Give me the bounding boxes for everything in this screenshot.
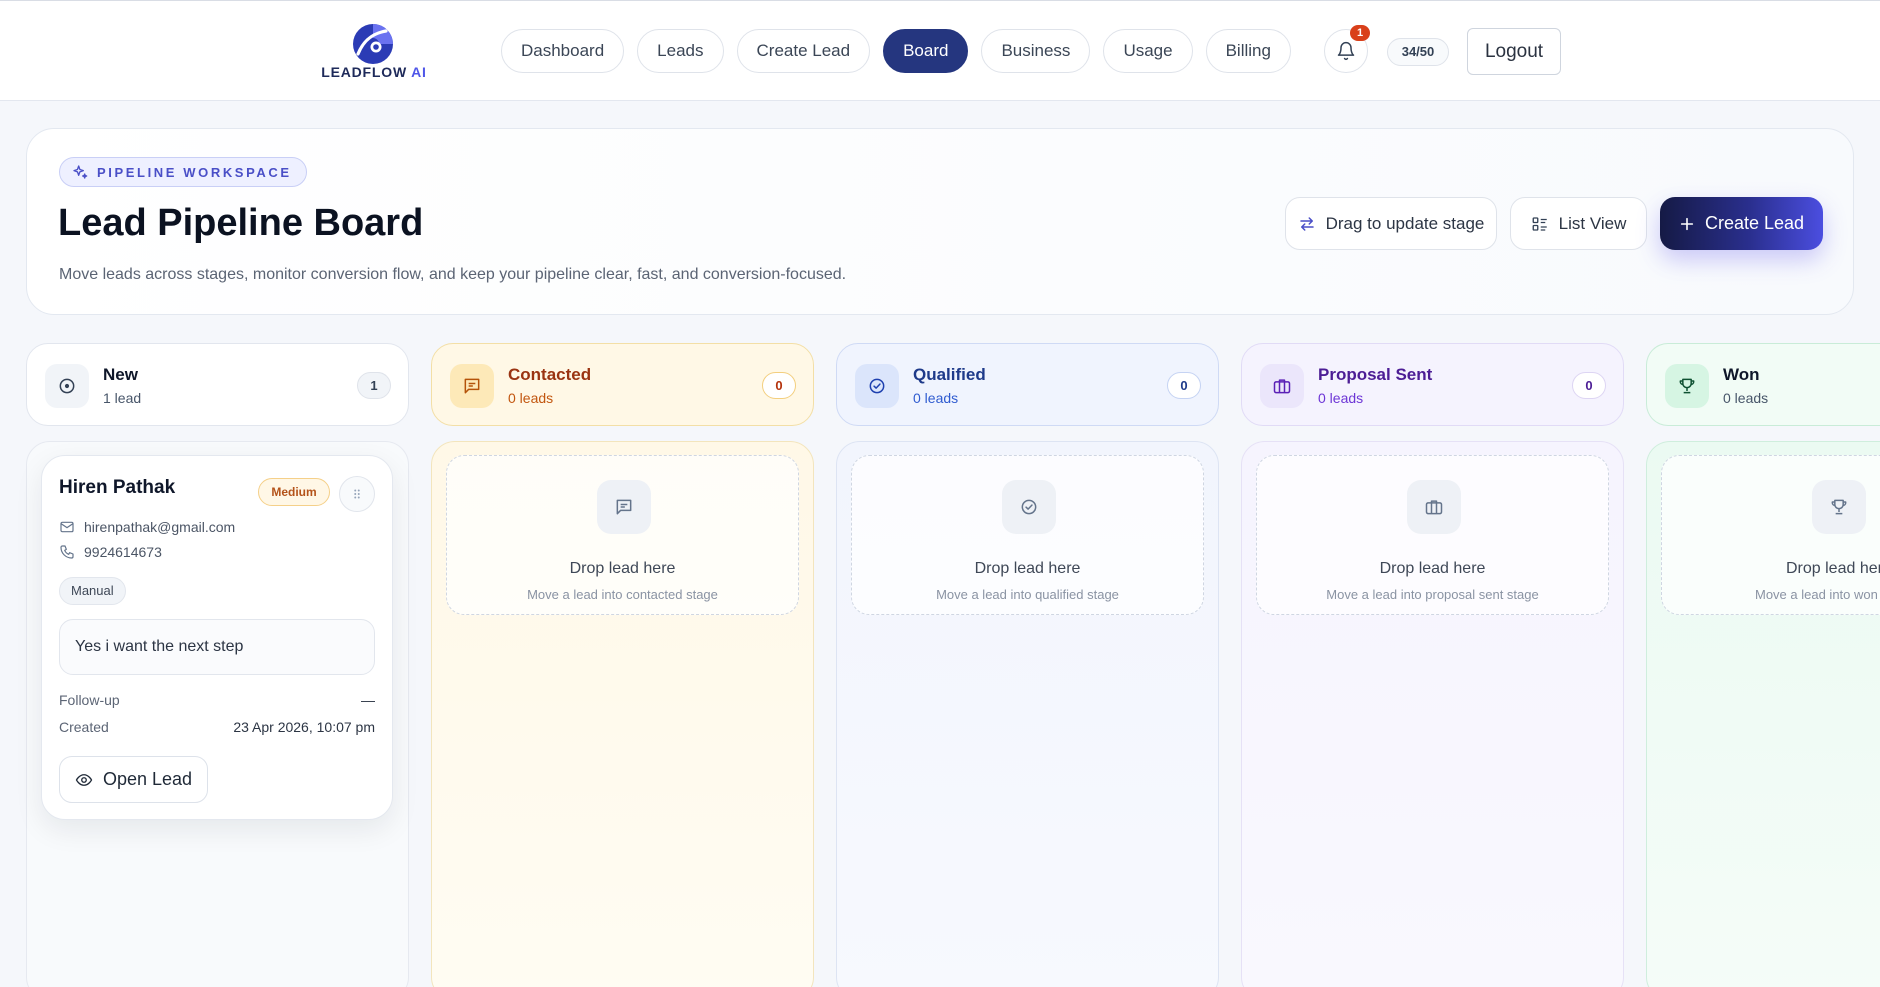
stage-column-contacted[interactable]: Drop lead here Move a lead into contacte…	[431, 441, 814, 987]
eyebrow-text: PIPELINE WORKSPACE	[97, 164, 292, 180]
drop-zone-hint: Move a lead into won stage	[1755, 587, 1880, 602]
followup-label: Follow-up	[59, 692, 120, 708]
drop-zone-won[interactable]: Drop lead here Move a lead into won stag…	[1661, 455, 1880, 615]
stage-count: 0 leads	[1318, 390, 1364, 406]
priority-badge: Medium	[258, 478, 330, 506]
drop-zone-hint: Move a lead into contacted stage	[527, 587, 718, 602]
nav-billing[interactable]: Billing	[1205, 29, 1291, 73]
drop-zone-title: Drop lead here	[974, 560, 1081, 577]
usage-counter: 34/50	[1387, 38, 1449, 66]
nav-board[interactable]: Board	[883, 29, 969, 73]
trophy-icon	[1665, 364, 1709, 408]
lead-note: Yes i want the next step	[59, 619, 375, 675]
create-lead-label: Create Lead	[1704, 213, 1805, 233]
nav-leads[interactable]: Leads	[637, 29, 724, 73]
drag-hint-label: Drag to update stage	[1325, 213, 1485, 233]
mail-icon	[60, 521, 74, 533]
plus-icon	[1680, 217, 1694, 230]
board-header: PIPELINE WORKSPACE Lead Pipeline Board M…	[26, 128, 1854, 315]
stage-title: Qualified	[913, 365, 986, 384]
brand-suffix: AI	[411, 64, 427, 80]
created-row: Created 23 Apr 2026, 10:07 pm	[59, 719, 375, 735]
eye-icon	[75, 773, 93, 786]
stage-column-won[interactable]: Drop lead here Move a lead into won stag…	[1646, 441, 1880, 987]
grip-dots-icon	[354, 489, 360, 499]
lead-source-chip: Manual	[59, 577, 126, 605]
phone-icon	[60, 545, 74, 559]
created-label: Created	[59, 719, 109, 735]
sparkles-icon	[73, 165, 88, 179]
create-lead-button[interactable]: Create Lead	[1660, 197, 1823, 250]
lead-email[interactable]: hirenpathak@gmail.com	[84, 519, 235, 535]
nav-dashboard[interactable]: Dashboard	[501, 29, 625, 73]
message-icon	[450, 364, 494, 408]
drop-zone-hint: Move a lead into qualified stage	[936, 587, 1119, 602]
stage-header-proposal-sent: Proposal Sent 0 leads 0	[1241, 343, 1624, 426]
logout-button[interactable]: Logout	[1467, 28, 1561, 75]
stage-count-badge: 0	[1167, 372, 1201, 399]
followup-value: —	[361, 692, 375, 708]
stage-count-badge: 0	[1572, 372, 1606, 399]
circle-dot-icon	[45, 364, 89, 408]
page-subtitle: Move leads across stages, monitor conver…	[59, 266, 847, 283]
drag-handle[interactable]	[339, 476, 375, 512]
stage-count: 0 leads	[913, 390, 959, 406]
stage-title: Won	[1723, 365, 1760, 384]
lead-phone[interactable]: 9924614673	[84, 544, 162, 560]
list-view-button[interactable]: List View	[1510, 197, 1647, 250]
followup-row: Follow-up —	[59, 692, 375, 708]
briefcase-icon	[1407, 480, 1461, 534]
stage-header-contacted: Contacted 0 leads 0	[431, 343, 814, 426]
top-navbar: LEADFLOW AI Dashboard Leads Create Lead …	[0, 0, 1880, 101]
created-value: 23 Apr 2026, 10:07 pm	[233, 719, 375, 735]
stage-column-proposal-sent[interactable]: Drop lead here Move a lead into proposal…	[1241, 441, 1624, 987]
drop-zone-proposal-sent[interactable]: Drop lead here Move a lead into proposal…	[1256, 455, 1609, 615]
drop-zone-contacted[interactable]: Drop lead here Move a lead into contacte…	[446, 455, 799, 615]
lead-email-row: hirenpathak@gmail.com	[59, 519, 235, 535]
lead-name: Hiren Pathak	[59, 477, 176, 498]
page-title: Lead Pipeline Board	[58, 202, 424, 244]
list-view-label: List View	[1558, 213, 1627, 233]
stage-header-qualified: Qualified 0 leads 0	[836, 343, 1219, 426]
brand-logo[interactable]: LEADFLOW AI	[320, 23, 428, 81]
drop-zone-title: Drop lead here	[569, 560, 676, 577]
briefcase-icon	[1260, 364, 1304, 408]
stage-header-new: New 1 lead 1	[26, 343, 409, 426]
message-icon	[597, 480, 651, 534]
nav-create-lead[interactable]: Create Lead	[736, 29, 871, 73]
notification-count-badge: 1	[1350, 25, 1370, 41]
stage-header-won: Won 0 leads	[1646, 343, 1880, 426]
stage-count-badge: 0	[762, 372, 796, 399]
stage-title: New	[103, 365, 138, 384]
bell-icon	[1337, 41, 1355, 61]
drop-zone-hint: Move a lead into proposal sent stage	[1326, 587, 1539, 602]
brand-name: LEADFLOW	[321, 64, 407, 80]
logo-mark-icon	[353, 24, 393, 64]
lead-phone-row: 9924614673	[59, 544, 162, 560]
check-circle-icon	[1002, 480, 1056, 534]
nav-business[interactable]: Business	[981, 29, 1091, 73]
drop-zone-title: Drop lead here	[1786, 560, 1880, 577]
nav-usage[interactable]: Usage	[1103, 29, 1193, 73]
lead-card[interactable]: Hiren Pathak Medium hirenpathak@gmail.co…	[41, 455, 393, 820]
open-lead-button[interactable]: Open Lead	[59, 756, 208, 803]
stage-count: 0 leads	[508, 390, 554, 406]
eyebrow-badge: PIPELINE WORKSPACE	[59, 157, 307, 187]
check-circle-icon	[855, 364, 899, 408]
trophy-icon	[1812, 480, 1866, 534]
main-nav: Dashboard Leads Create Lead Board Busine…	[501, 29, 1291, 73]
drag-hint-button[interactable]: Drag to update stage	[1285, 197, 1497, 250]
swap-arrows-icon	[1299, 216, 1314, 231]
stage-count: 1 lead	[103, 390, 142, 406]
stage-column-qualified[interactable]: Drop lead here Move a lead into qualifie…	[836, 441, 1219, 987]
stage-count: 0 leads	[1723, 390, 1769, 406]
open-lead-label: Open Lead	[102, 769, 193, 789]
brand-wordmark: LEADFLOW AI	[320, 64, 428, 80]
drop-zone-qualified[interactable]: Drop lead here Move a lead into qualifie…	[851, 455, 1204, 615]
stage-title: Proposal Sent	[1318, 365, 1433, 384]
stage-title: Contacted	[508, 365, 592, 384]
stage-count-badge: 1	[357, 372, 391, 399]
list-view-icon	[1532, 216, 1547, 231]
drop-zone-title: Drop lead here	[1379, 560, 1486, 577]
